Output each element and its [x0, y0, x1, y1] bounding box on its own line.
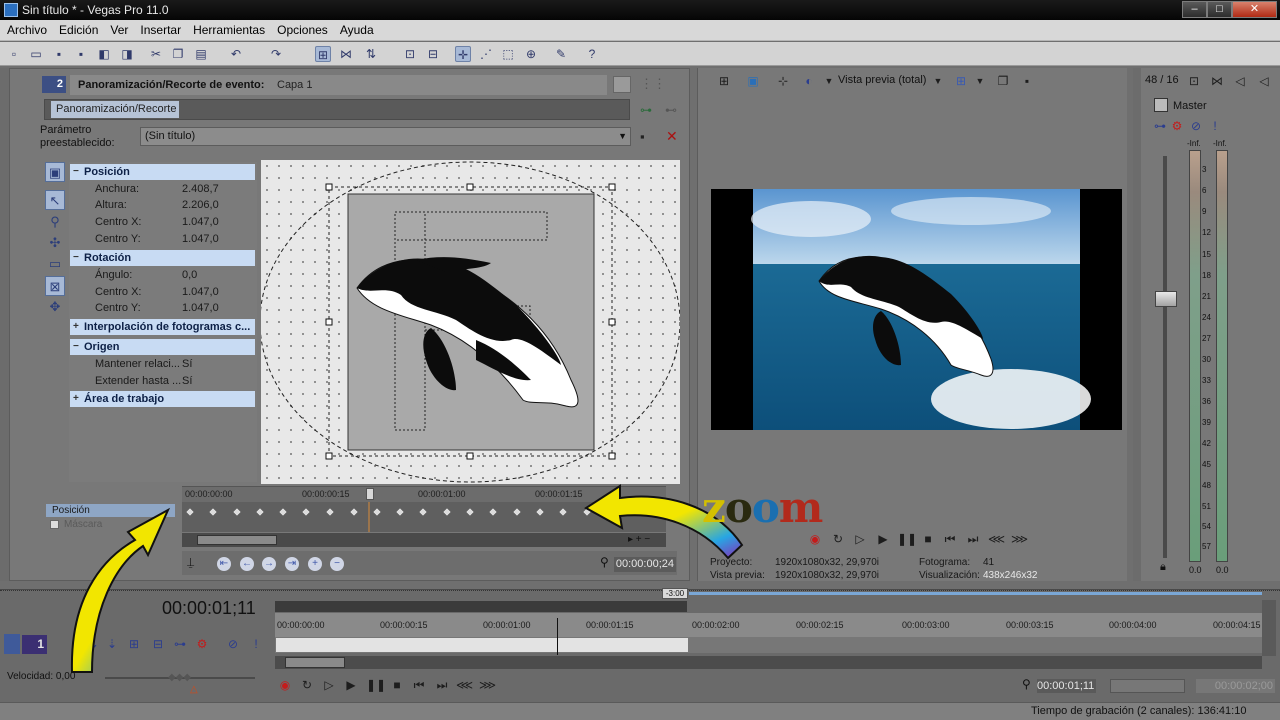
arrow-left-icon [70, 507, 171, 673]
annotation-overlay [70, 484, 744, 673]
zoom-letter: m [778, 483, 823, 532]
zoom-letter: o [751, 483, 780, 532]
zoom-letter: o [724, 483, 753, 532]
zoom-letter: z [702, 483, 726, 532]
zoom-annotation-label: zoom [702, 483, 823, 532]
